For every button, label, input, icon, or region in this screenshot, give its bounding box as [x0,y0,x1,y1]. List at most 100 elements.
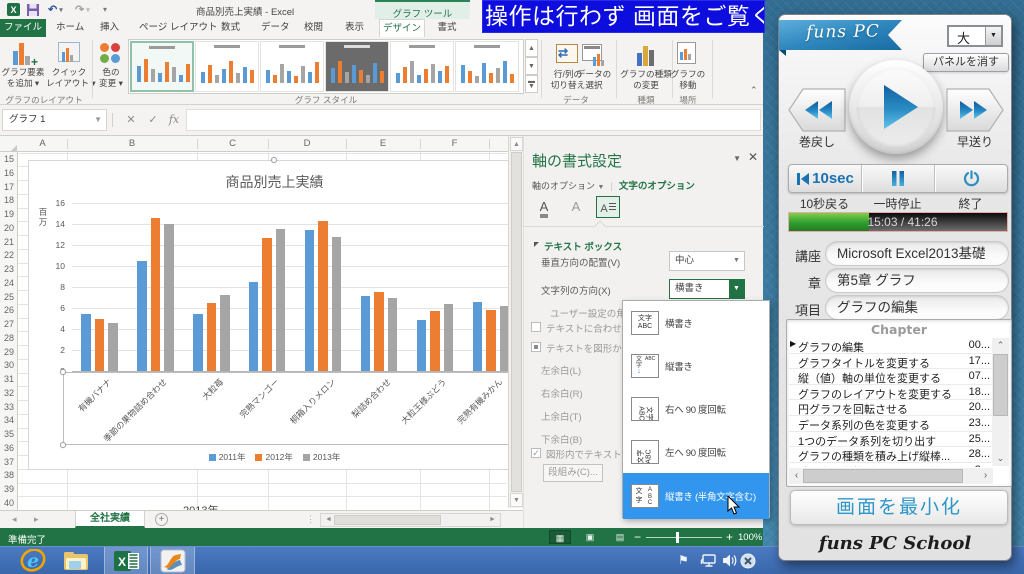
vertical-align-combo[interactable]: 中心▼ [669,251,745,271]
page-layout-view-icon[interactable]: ▣ [579,530,601,544]
namebox-dropdown-icon[interactable]: ▼ [94,110,102,130]
row-header-29[interactable]: 29 [0,347,17,357]
bar-2012年-6[interactable] [430,311,440,371]
chart-legend[interactable]: 2011年2012年2013年 [29,451,520,463]
save-icon[interactable] [27,3,39,16]
zoom-slider-thumb[interactable] [676,532,679,543]
exit-button[interactable] [934,165,1007,192]
chapter-row-4[interactable]: 円グラフを回転させる20... [789,400,993,416]
bar-2011年-5[interactable] [361,296,371,371]
insert-function-icon[interactable]: fx [163,109,185,131]
bar-2013年-2[interactable] [220,295,230,371]
col-header-F[interactable]: F [420,136,489,151]
chart-object[interactable]: 商品別売上実績 百万 0246810121416 有機バナナ季節の果物詰め合わせ… [28,160,521,470]
chart-style-5[interactable] [390,41,454,92]
row-header-35[interactable]: 35 [0,429,17,439]
cancel-formula-icon[interactable]: ✕ [120,109,142,131]
taskbar-ie-icon[interactable]: e [20,549,46,574]
section-textbox[interactable]: テキスト ボックス [544,239,622,253]
tray-network-icon[interactable] [700,553,717,571]
tray-volume-icon[interactable] [721,553,738,571]
row-header-23[interactable]: 23 [0,264,17,274]
select-data-button[interactable]: データの選択 [574,40,614,96]
new-sheet-icon[interactable]: + [155,513,168,526]
bar-2011年-0[interactable] [81,314,91,371]
chart-style-6[interactable] [455,41,519,92]
row-header-28[interactable]: 28 [0,333,17,343]
dropdown-item-3[interactable]: 文字ABC左へ 90 度回転 [623,430,769,473]
dropdown-item-1[interactable]: 文字ABC↓縦書き [623,344,769,387]
col-header-A[interactable]: A [18,136,67,151]
tab-file[interactable]: ファイル [0,19,46,37]
bar-2012年-7[interactable] [486,310,496,371]
column-headers[interactable]: ABCDEF [0,136,523,152]
scroll-down-icon[interactable]: ▼ [510,493,523,507]
pane-dropdown-icon[interactable]: ▼ [733,154,741,163]
sheet-hscrollbar[interactable]: ◄ ► [320,513,501,527]
bar-2013年-1[interactable] [164,224,174,371]
chapter-row-1[interactable]: グラフタイトルを変更する17... [789,354,993,370]
row-header-22[interactable]: 22 [0,250,17,260]
chapter-row-8[interactable]: 積み上げ縦棒グラフに区分線3... [789,463,993,467]
bar-2011年-4[interactable] [305,230,315,371]
enter-formula-icon[interactable]: ✓ [142,109,164,131]
tab-4[interactable]: データ [261,19,290,37]
bar-2011年-7[interactable] [473,302,483,371]
row-header-33[interactable]: 33 [0,402,17,412]
zoom-in-icon[interactable]: + [726,530,733,544]
col-header-B[interactable]: B [67,136,197,151]
select-all-corner[interactable] [11,145,17,151]
row-header-16[interactable]: 16 [0,168,17,178]
taskbar-funs-app-icon[interactable] [150,547,195,574]
zoom-out-icon[interactable]: − [634,530,641,544]
pane-tab-text-options[interactable]: 文字のオプション [619,181,695,192]
chapter-scroll-down-icon[interactable]: ⌄ [992,451,1009,466]
bar-2013年-5[interactable] [388,298,398,371]
text-effects-icon[interactable]: A [564,196,588,218]
gallery-down-icon[interactable]: ▼ [525,57,538,75]
bar-2013年-0[interactable] [108,323,118,371]
bar-2012年-4[interactable] [318,221,328,371]
row-header-15[interactable]: 15 [0,154,17,164]
move-chart-button[interactable]: グラフの移動 [666,40,710,96]
bar-2012年-1[interactable] [151,218,161,371]
bar-2012年-3[interactable] [262,238,272,371]
tab-3[interactable]: 数式 [221,19,240,37]
tab-0[interactable]: ホーム [56,19,84,37]
quick-layout-button[interactable]: クイックレイアウト ▾ [46,40,92,96]
chart-title[interactable]: 商品別売上実績 [29,172,520,192]
taskbar-excel-icon[interactable]: X [104,547,148,574]
textbox-icon[interactable]: A [596,196,620,218]
gallery-more-icon[interactable]: ▬▼ [525,75,538,93]
row-headers[interactable]: 1516171819202122232425262728293031323334… [0,152,18,510]
bar-2012年-0[interactable] [95,319,105,371]
tray-status-icon[interactable] [740,553,756,572]
chapter-hscrollbar[interactable]: ‹ › [789,468,993,484]
rewind-button[interactable] [788,88,846,132]
row-header-30[interactable]: 30 [0,360,17,370]
bar-2011年-2[interactable] [193,314,203,371]
scroll-right-icon[interactable]: ► [486,514,499,526]
row-header-19[interactable]: 19 [0,209,17,219]
add-chart-element-button[interactable]: + グラフ要素を追加 ▾ [0,40,46,96]
progress-bar[interactable]: 15:03 / 41:26 [788,212,1008,232]
row-header-18[interactable]: 18 [0,195,17,205]
chapter-scroll-left-icon[interactable]: ‹ [789,468,804,484]
wrap-checkbox[interactable]: ✓ [531,448,541,458]
ten-sec-back-button[interactable]: 10sec [789,165,861,192]
sheet-vscrollbar[interactable]: ▲ ▼ [508,136,523,508]
row-header-32[interactable]: 32 [0,388,17,398]
tab-5[interactable]: 校閲 [304,19,323,37]
gallery-up-icon[interactable]: ▲ [525,39,538,57]
dropdown-item-2[interactable]: 文字ABC右へ 90 度回転 [623,387,769,430]
row-header-20[interactable]: 20 [0,223,17,233]
tab-design[interactable]: デザイン [379,19,425,37]
columns-button[interactable]: 段組み(C)... [543,464,603,482]
row-header-27[interactable]: 27 [0,319,17,329]
row-header-39[interactable]: 39 [0,484,17,494]
tab-1[interactable]: 挿入 [100,19,119,37]
ribbon-collapse-icon[interactable]: ⌃ [750,85,758,96]
dropdown-item-4[interactable]: 文字ABC縦書き (半角文字含む) [623,473,769,519]
tabbar-splitter[interactable]: ⋮ [306,514,315,525]
chart-style-2[interactable] [195,41,259,92]
